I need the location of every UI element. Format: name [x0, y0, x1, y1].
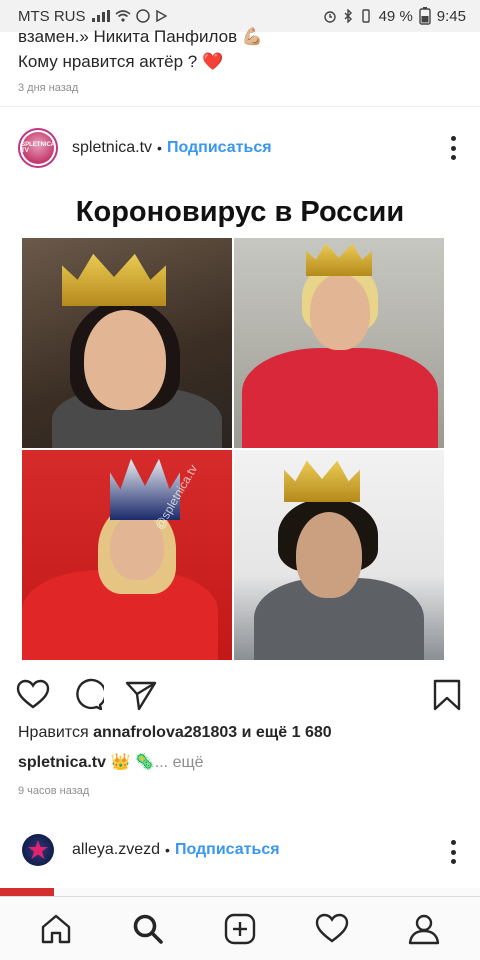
status-left: MTS RUS: [18, 8, 167, 25]
wifi-icon: [114, 10, 131, 22]
next-post-header: alleya.zvezd • Подписаться: [0, 822, 480, 878]
next-avatar[interactable]: [18, 830, 58, 870]
image-collage: @spletnica.tv: [22, 238, 444, 660]
add-icon: [224, 913, 256, 944]
alarm-icon: [323, 11, 336, 23]
avatar-image: SPLETNICA TV: [21, 132, 55, 164]
star-icon: [28, 840, 48, 859]
previous-post-time: 3 дня назад: [18, 82, 79, 94]
post-time: 9 часов назад: [18, 785, 90, 797]
follow-button[interactable]: Подписаться: [167, 139, 272, 157]
collage-photo-4: [234, 450, 444, 660]
bookmark-icon[interactable]: [430, 678, 464, 712]
post-divider: [0, 106, 480, 107]
caption-username[interactable]: spletnica.tv: [18, 754, 106, 771]
home-icon: [41, 914, 71, 943]
post-image[interactable]: Короновирус в России @spletnica.tv: [0, 182, 480, 666]
collage-photo-3: @spletnica.tv: [22, 450, 232, 660]
play-icon: [155, 10, 167, 22]
vk-icon: [135, 9, 150, 23]
nav-activity[interactable]: [312, 909, 352, 949]
next-separator-dot: •: [165, 842, 170, 858]
comment-icon[interactable]: [70, 678, 104, 712]
previous-caption-line1: взамен.» Никита Панфилов 💪🏼: [18, 27, 264, 46]
post-caption: spletnica.tv 👑 🦠... ещё: [18, 752, 204, 772]
likes-user-link[interactable]: annafrolova281803: [93, 724, 237, 741]
avatar-label: SPLETNICA TV: [21, 142, 55, 154]
battery-percent: 49 %: [378, 7, 413, 25]
status-indicators: [91, 9, 167, 23]
collage-photo-1: [22, 238, 232, 448]
previous-post-caption: взамен.» Никита Панфилов 💪🏼 Кому нравитс…: [18, 24, 468, 74]
heart-icon: [315, 913, 349, 942]
nav-add[interactable]: [220, 909, 260, 949]
nav-home[interactable]: [36, 909, 76, 949]
heart-icon[interactable]: [16, 678, 50, 712]
search-icon: [133, 914, 163, 944]
caption-text: 👑 🦠: [110, 754, 155, 771]
next-follow-button[interactable]: Подписаться: [175, 841, 280, 859]
vibrate-icon: [361, 9, 370, 23]
previous-caption-line2: Кому нравится актёр ? ❤️: [18, 52, 224, 71]
likes-count[interactable]: и ещё 1 680: [242, 724, 332, 741]
caption-more-link[interactable]: ... ещё: [155, 754, 204, 771]
image-title: Короновирус в России: [75, 196, 405, 228]
collage-photo-2: [234, 238, 444, 448]
more-options-icon[interactable]: [450, 136, 456, 160]
send-icon[interactable]: [124, 678, 158, 712]
post-username[interactable]: spletnica.tv: [72, 139, 152, 157]
post-header: SPLETNICA TV spletnica.tv • Подписаться: [0, 118, 480, 178]
avatar[interactable]: SPLETNICA TV: [18, 128, 58, 168]
next-post-image-edge: [0, 888, 480, 896]
next-more-options-icon[interactable]: [450, 840, 456, 864]
likes-prefix: Нравится: [18, 724, 89, 741]
battery-icon: [419, 7, 431, 25]
likes-line: Нравится annafrolova281803 и ещё 1 680: [18, 724, 332, 742]
next-post-username[interactable]: alleya.zvezd: [72, 841, 160, 859]
carrier-label: MTS RUS: [18, 7, 86, 25]
clock: 9:45: [436, 7, 466, 25]
separator-dot: •: [157, 140, 162, 156]
nav-profile[interactable]: [404, 909, 444, 949]
profile-icon: [408, 914, 440, 944]
next-avatar-image: [22, 834, 54, 866]
bottom-nav: [0, 896, 480, 960]
status-right: 49 % 9:45: [323, 7, 466, 25]
post-actions: [0, 674, 480, 718]
nav-search[interactable]: [128, 909, 168, 949]
signal-icon: [91, 10, 110, 22]
bluetooth-icon: [344, 9, 352, 23]
